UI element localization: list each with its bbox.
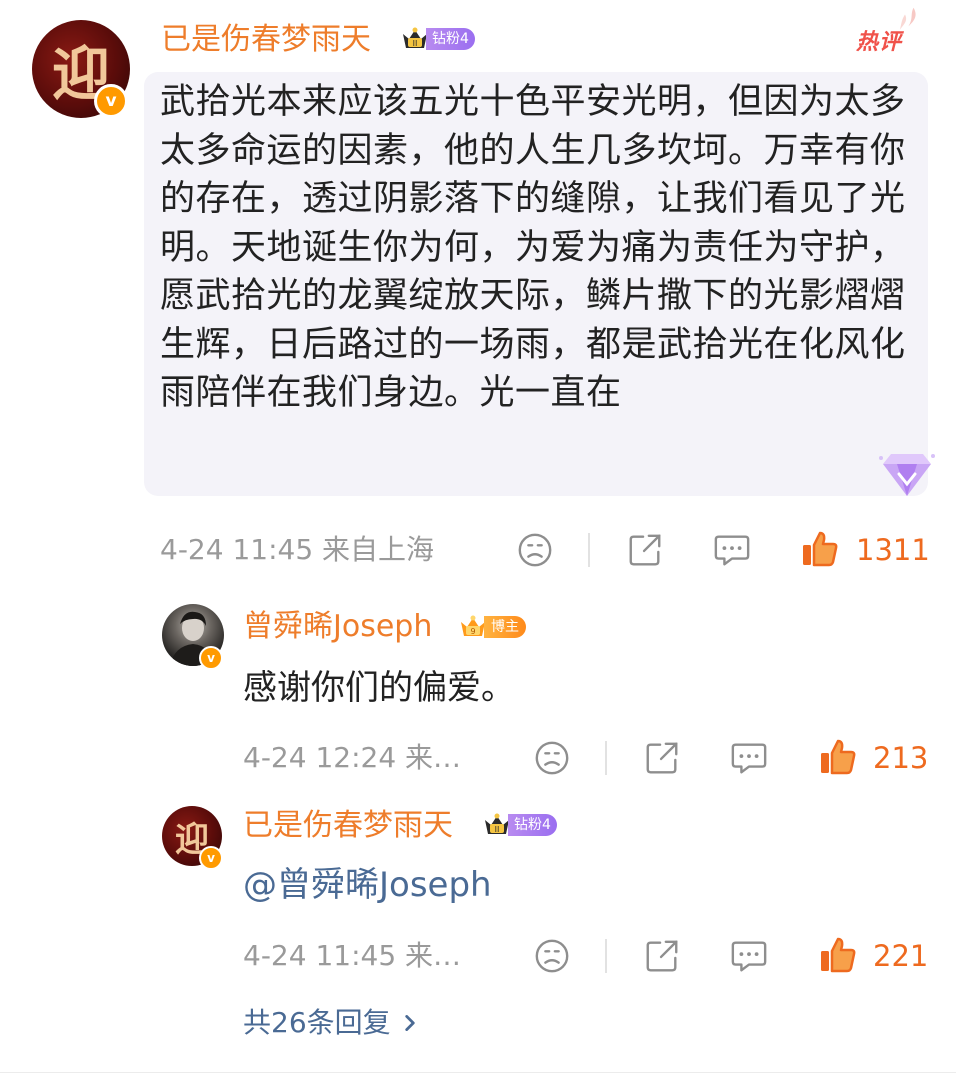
fan-level-badge[interactable]: II 钻粉4 [400,27,475,50]
action-separator [605,939,607,973]
share-icon[interactable] [643,739,681,777]
reply-text: 感谢你们的偏爱。 [243,668,515,708]
verified-badge-icon: v [199,646,223,670]
comment-icon[interactable] [713,531,751,569]
like-count: 213 [873,741,929,775]
chevron-right-icon [404,1015,415,1031]
fan-level-label: 钻粉4 [508,814,557,836]
svg-text:II: II [413,39,418,48]
more-replies-link[interactable]: 共26条回复 [243,1004,421,1042]
verified-badge-icon: v [199,846,223,870]
action-separator [588,533,590,567]
like-count: 221 [873,939,929,973]
like-count: 1311 [856,533,930,567]
like-icon[interactable] [800,529,840,569]
comment-meta: 4-24 11:45 来自上海 [160,533,435,566]
more-replies-label: 共26条回复 [243,1006,391,1039]
comment-text: 武拾光本来应该五光十色平安光明，但因为太多太多命运的因素，他的人生几多坎坷。万幸… [160,82,906,413]
reply-meta: 4-24 12:24 来… [243,741,462,774]
flame-decoration-icon [899,7,916,30]
dislike-icon[interactable] [533,937,571,975]
share-icon[interactable] [626,531,664,569]
dislike-icon[interactable] [533,739,571,777]
reply-meta: 4-24 11:45 来… [243,939,462,972]
comment-username[interactable]: 已是伤春梦雨天 [161,20,371,60]
like-icon[interactable] [818,737,858,777]
verified-badge-icon: v [94,84,128,118]
reply-mention-link[interactable]: @曾舜晞Joseph [243,862,492,908]
reply-username[interactable]: 曾舜晞Joseph [243,607,432,647]
comment-icon[interactable] [730,937,768,975]
svg-text:II: II [495,825,500,834]
fan-level-badge[interactable]: II 钻粉4 [482,813,557,836]
diamond-icon [879,454,935,496]
host-badge[interactable]: 9 博主 [458,615,526,638]
like-icon[interactable] [818,935,858,975]
reply-username[interactable]: 已是伤春梦雨天 [243,806,453,846]
share-icon[interactable] [643,937,681,975]
dislike-icon[interactable] [516,531,554,569]
svg-text:9: 9 [470,627,475,636]
divider [0,1072,956,1073]
host-badge-label: 博主 [484,616,526,638]
comment-icon[interactable] [730,739,768,777]
action-separator [605,741,607,775]
fan-level-label: 钻粉4 [426,28,475,50]
